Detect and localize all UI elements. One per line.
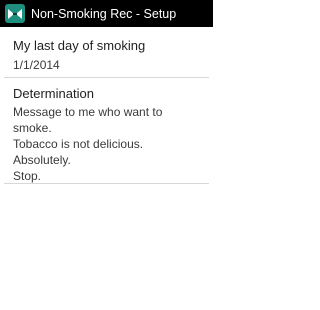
- last-day-value: 1/1/2014: [13, 58, 60, 72]
- setup-screen: Non-Smoking Rec - Setup My last day of s…: [0, 0, 213, 310]
- last-day-preference[interactable]: My last day of smoking 1/1/2014: [0, 27, 213, 77]
- no-smoking-app-icon-graphic: [8, 8, 22, 19]
- determination-title: Determination: [13, 86, 94, 101]
- determination-line: Tobacco is not delicious.: [13, 137, 144, 151]
- no-smoking-app-icon[interactable]: [5, 4, 25, 23]
- determination-message: Message to me who want to smoke. Tobacco…: [13, 104, 207, 184]
- determination-line: smoke.: [13, 121, 52, 135]
- determination-line: Message to me who want to: [13, 105, 163, 119]
- last-day-title: My last day of smoking: [13, 38, 146, 53]
- determination-line: Absolutely.: [13, 153, 71, 167]
- determination-preference[interactable]: Determination Message to me who want to …: [0, 78, 213, 183]
- action-bar: Non-Smoking Rec - Setup: [0, 0, 213, 27]
- determination-line: Stop.: [13, 169, 42, 183]
- app-title: Non-Smoking Rec - Setup: [31, 6, 177, 21]
